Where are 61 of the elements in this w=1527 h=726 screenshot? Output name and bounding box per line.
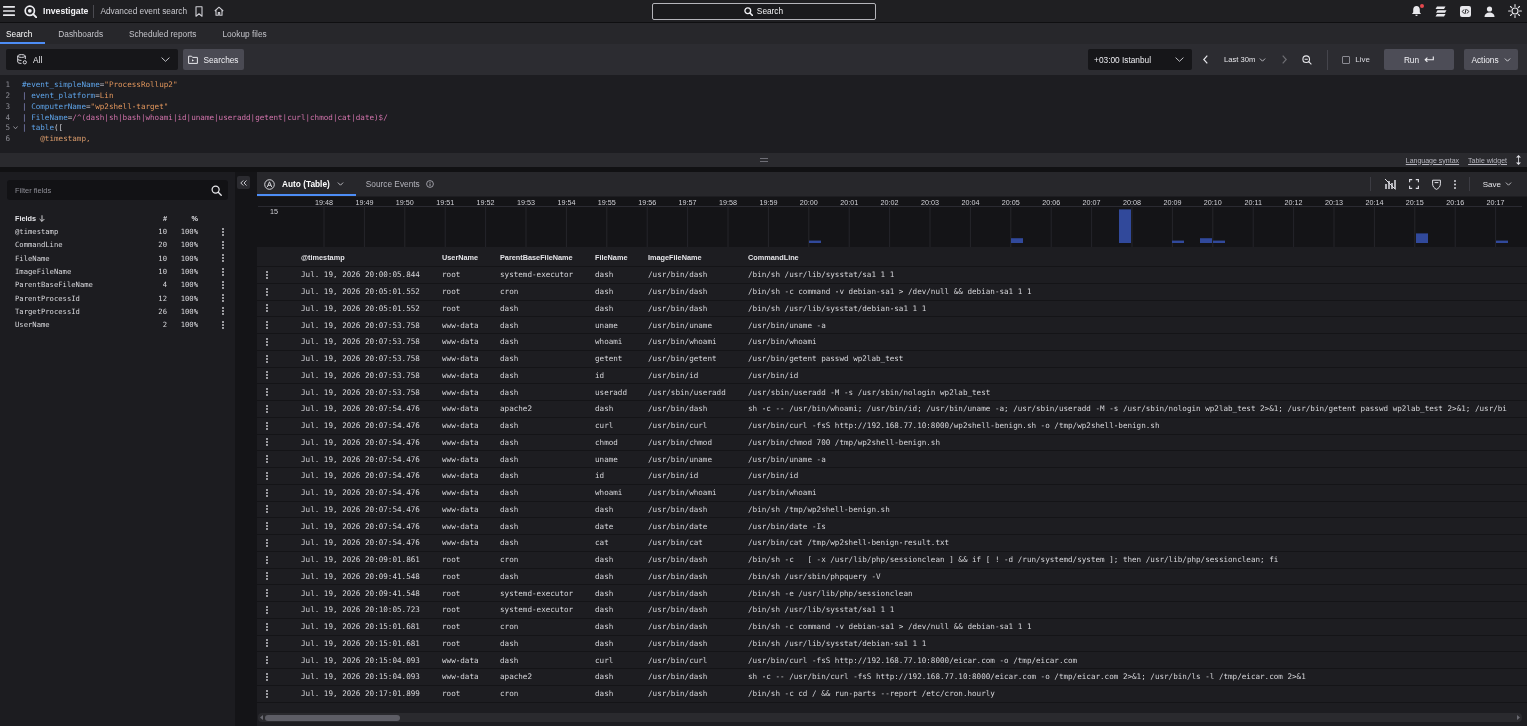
- chevron-down-icon: [336, 182, 344, 186]
- histogram-bar: [1416, 233, 1428, 243]
- app-title: Investigate: [43, 6, 89, 16]
- scrollbar-track[interactable]: [258, 713, 1522, 722]
- live-checkbox[interactable]: [1342, 55, 1351, 64]
- histogram-bar: [809, 240, 821, 243]
- scroll-left-icon[interactable]: [260, 715, 263, 720]
- page-title: Advanced event search: [100, 6, 188, 16]
- histogram-bar: [1172, 240, 1184, 243]
- double-chevron-left-icon: [240, 179, 247, 186]
- search-icon: [743, 6, 753, 16]
- chevron-down-icon: [1503, 57, 1511, 62]
- kebab-menu-icon[interactable]: [1453, 179, 1456, 189]
- search-button[interactable]: Search: [651, 2, 876, 20]
- zoom-out-icon[interactable]: [1302, 54, 1313, 65]
- enter-icon: [1424, 56, 1435, 63]
- grip-icon[interactable]: [759, 158, 768, 162]
- sort-arrow-icon[interactable]: [39, 215, 46, 222]
- shield-icon[interactable]: [1431, 178, 1441, 190]
- histogram-bar: [1496, 240, 1508, 243]
- database-icon: [17, 54, 27, 65]
- view-tab[interactable]: Auto (Table): [257, 172, 356, 196]
- sun-icon[interactable]: [1508, 4, 1522, 18]
- chevron-down-icon: [161, 57, 170, 62]
- tab[interactable]: Dashboards: [45, 23, 117, 44]
- chevron-down-icon: [1175, 57, 1185, 62]
- code-icon[interactable]: [1460, 5, 1471, 17]
- magnifier-logo-icon: [24, 4, 37, 18]
- fold-caret-icon[interactable]: [13, 125, 18, 130]
- home-icon[interactable]: [214, 6, 225, 16]
- user-icon[interactable]: [1484, 5, 1495, 17]
- collapse-button[interactable]: [237, 176, 250, 189]
- repository-dropdown[interactable]: All: [6, 49, 178, 70]
- checkbox-label: Live: [1355, 55, 1370, 64]
- info-icon: [425, 180, 434, 188]
- histogram-bar: [1011, 238, 1023, 243]
- bell-icon[interactable]: [1411, 5, 1422, 17]
- expand-icon[interactable]: [1408, 179, 1419, 189]
- tab[interactable]: Lookup files: [209, 23, 280, 44]
- resize-icon[interactable]: [1516, 155, 1521, 165]
- tab[interactable]: Scheduled reports: [116, 23, 210, 44]
- circle-a-icon: [264, 178, 275, 190]
- timezone-dropdown[interactable]: +03:00 Istanbul: [1088, 49, 1193, 70]
- chevron-down-icon: [1259, 57, 1267, 62]
- view-tab[interactable]: Source Events: [355, 172, 444, 196]
- chevron-left-icon[interactable]: [1203, 55, 1209, 64]
- searches-button[interactable]: Searches: [183, 49, 244, 70]
- actions-button[interactable]: Actions: [1464, 49, 1518, 70]
- run-button[interactable]: Run: [1384, 49, 1454, 70]
- scroll-right-icon[interactable]: [1517, 715, 1520, 720]
- search-icon[interactable]: [211, 184, 222, 196]
- chevron-down-icon: [1505, 182, 1512, 186]
- folder-icon: [188, 55, 199, 64]
- bookmark-icon[interactable]: [195, 5, 204, 17]
- histogram-bar: [1119, 209, 1131, 243]
- chart-off-icon[interactable]: [1383, 178, 1396, 190]
- scrollbar-thumb[interactable]: [265, 714, 400, 721]
- menu-icon[interactable]: [3, 6, 15, 16]
- save-button[interactable]: Save: [1482, 179, 1512, 189]
- tab[interactable]: Search: [0, 23, 46, 44]
- stacked-bars-icon[interactable]: [1435, 5, 1447, 17]
